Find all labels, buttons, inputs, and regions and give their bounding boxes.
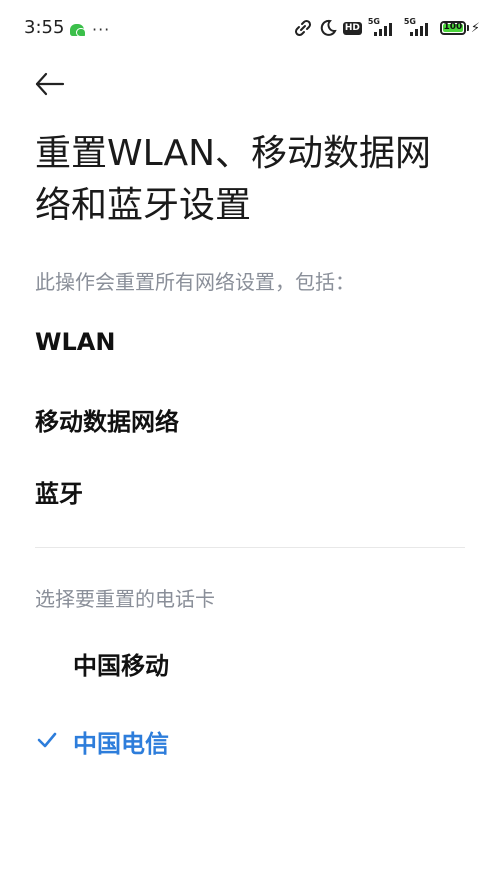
reset-item-mobile-data: 移动数据网络 <box>35 408 179 436</box>
page-title: 重置WLAN、移动数据网络和蓝牙设置 <box>35 133 432 226</box>
notification-icons: ··· <box>70 20 110 39</box>
arrow-left-icon <box>35 72 65 96</box>
sim-option-china-telecom[interactable]: 中国电信 <box>35 716 465 766</box>
hd-badge: HD <box>342 21 362 35</box>
status-time: 3:55 <box>24 17 65 38</box>
status-right-icons: HD 5G 5G 100 ⚡ <box>293 17 480 38</box>
back-button[interactable] <box>30 64 70 104</box>
battery-icon: 100 ⚡ <box>439 20 480 36</box>
sim-option-label: 中国电信 <box>73 730 169 758</box>
sim-option-label: 中国移动 <box>73 652 169 680</box>
signal-5g-sim2-icon: 5G <box>404 17 434 37</box>
sim-option-china-mobile[interactable]: 中国移动 <box>35 638 465 688</box>
divider <box>35 547 465 548</box>
battery-level: 100 <box>443 22 463 32</box>
charging-icon: ⚡ <box>470 20 480 36</box>
reset-item-bluetooth: 蓝牙 <box>35 480 83 508</box>
wechat-icon <box>70 23 86 37</box>
link-icon <box>293 18 313 38</box>
reset-item-wlan: WLAN <box>35 328 116 356</box>
moon-icon <box>319 19 337 37</box>
sim-section-label: 选择要重置的电话卡 <box>35 587 215 611</box>
status-bar: 3:55 ··· HD 5G 5G 100 ⚡ <box>0 0 500 56</box>
checkmark-icon <box>37 732 57 748</box>
signal-5g-sim1-icon: 5G <box>368 17 398 37</box>
reset-description: 此操作会重置所有网络设置，包括： <box>35 270 355 294</box>
more-notifications-icon: ··· <box>92 20 111 39</box>
